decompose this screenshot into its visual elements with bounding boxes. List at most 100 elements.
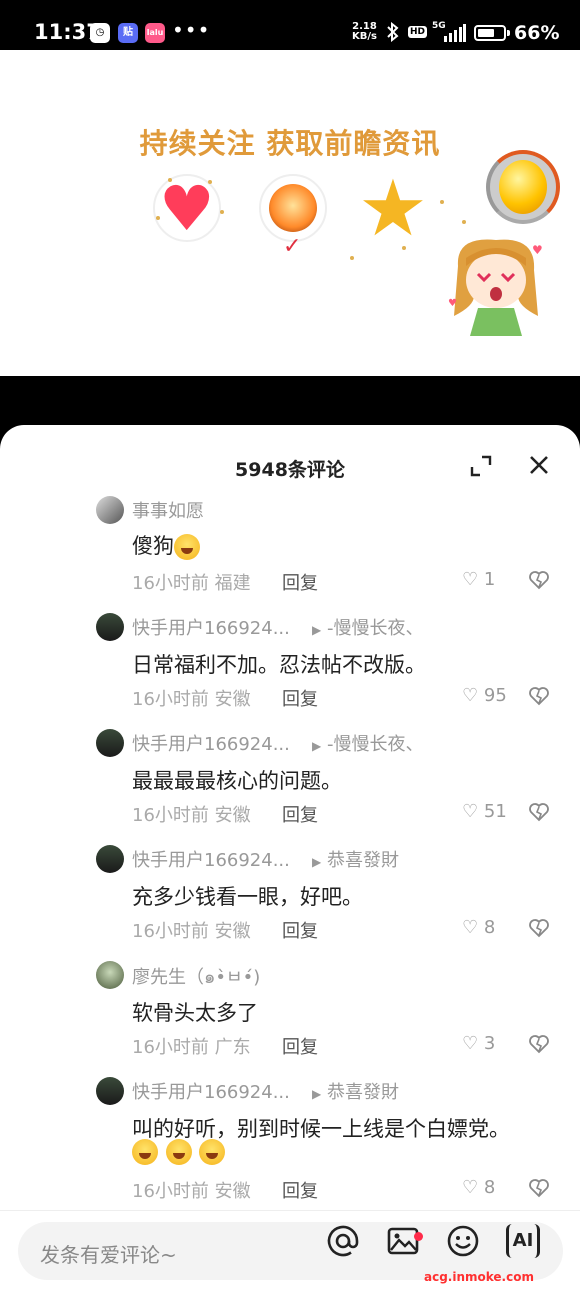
follow-circle <box>259 174 327 242</box>
laughing-crying-emoji-icon <box>174 534 200 560</box>
like-button[interactable]: ♡ 8 <box>462 1177 495 1198</box>
like-button[interactable]: ♡ 1 <box>462 569 495 590</box>
reply-target: ▶ 恭喜發財 <box>312 1078 399 1104</box>
avatar[interactable] <box>96 613 124 641</box>
heart-outline-icon: ♡ <box>462 801 479 822</box>
expand-icon[interactable] <box>470 455 492 477</box>
comment-username[interactable]: 快手用户166924... <box>132 730 290 756</box>
reply-button[interactable]: 回复 <box>282 801 318 827</box>
reply-target-name[interactable]: -慢慢长夜、 <box>327 618 424 639</box>
reply-target-name[interactable]: 恭喜發財 <box>327 850 399 871</box>
comment-emojis <box>132 1139 226 1165</box>
battery-fill <box>478 29 494 37</box>
comment-username[interactable]: 快手用户166924... <box>132 614 290 640</box>
comment-location: 安徽 <box>214 689 251 710</box>
comment-time: 16小时前 <box>132 921 209 942</box>
emoji-icon[interactable] <box>446 1224 480 1258</box>
reply-button[interactable]: 回复 <box>282 917 318 943</box>
comment-text: 软骨头太多了 <box>132 1001 258 1025</box>
reply-target-name[interactable]: -慢慢长夜、 <box>327 734 424 755</box>
comment-username[interactable]: 事事如愿 <box>132 497 204 523</box>
heart-outline-icon: ♡ <box>462 569 479 590</box>
comment-username[interactable]: 快手用户166924... <box>132 846 290 872</box>
comment-location: 安徽 <box>214 1181 251 1202</box>
broken-heart-icon[interactable] <box>528 685 550 707</box>
comment-time: 16小时前 <box>132 573 209 594</box>
comment-meta: 16小时前 安徽 <box>132 685 251 711</box>
broken-heart-icon[interactable] <box>528 917 550 939</box>
like-count: 3 <box>483 1033 496 1054</box>
comment-location: 安徽 <box>214 921 251 942</box>
sparkle-dot <box>440 200 444 204</box>
lalu-app-icon: lalu <box>145 23 165 43</box>
comment-time: 16小时前 <box>132 689 209 710</box>
comment-meta: 16小时前 福建 <box>132 569 251 595</box>
broken-heart-icon[interactable] <box>528 1033 550 1055</box>
like-button[interactable]: ♡ 8 <box>462 917 495 938</box>
comments-sheet: 5948条评论 <box>0 425 580 1289</box>
like-count: 1 <box>483 569 496 590</box>
video-banner[interactable]: 持续关注 获取前瞻资讯 ♥ ✓ ★ ♥ ♥ <box>0 50 580 376</box>
comment-count-title: 5948条评论 <box>235 459 345 481</box>
comment-username[interactable]: 快手用户166924... <box>132 1078 290 1104</box>
check-icon: ✓ <box>283 234 302 259</box>
laughing-crying-emoji-icon <box>199 1139 226 1165</box>
ninja-avatar-icon <box>269 184 317 232</box>
at-icon[interactable] <box>326 1224 360 1258</box>
comment-time: 16小时前 <box>132 1037 209 1058</box>
avatar[interactable] <box>96 845 124 873</box>
comment-time: 16小时前 <box>132 805 209 826</box>
avatar[interactable] <box>96 729 124 757</box>
broken-heart-icon[interactable] <box>528 801 550 823</box>
watermark: acg.inmoke.com <box>424 1270 534 1284</box>
network-speed-unit: KB/s <box>352 31 377 42</box>
gold-coin-icon[interactable] <box>486 150 560 224</box>
avatar[interactable] <box>96 496 124 524</box>
sparkle-dot <box>350 256 354 260</box>
avatar[interactable] <box>96 961 124 989</box>
close-icon[interactable] <box>529 455 549 475</box>
like-button[interactable]: ♡ 3 <box>462 1033 495 1054</box>
reply-button[interactable]: 回复 <box>282 569 318 595</box>
comment-text: 充多少钱看一眼，好吧。 <box>132 885 363 909</box>
comment-text: 傻狗 <box>132 530 201 560</box>
battery-percent: 66% <box>514 22 560 44</box>
heart-icon: ♥ <box>159 172 215 245</box>
reply-target: ▶ 恭喜發財 <box>312 846 399 872</box>
comment-text: 日常福利不加。忍法帖不改版。 <box>132 653 426 677</box>
reply-arrow-icon: ▶ <box>312 1087 322 1101</box>
reply-target: ▶ -慢慢长夜、 <box>312 614 423 640</box>
reply-button[interactable]: 回复 <box>282 685 318 711</box>
comment-time: 16小时前 <box>132 1181 209 1202</box>
svg-text:♥: ♥ <box>532 243 543 257</box>
status-bar: 11:37 ◷ 贴 lalu ••• 2.18 KB/s HD 5G 66% <box>0 0 580 50</box>
like-count: 51 <box>483 801 507 822</box>
broken-heart-icon[interactable] <box>528 569 550 591</box>
comment-username[interactable]: 廖先生（๑•̀ㅂ•́) <box>132 962 260 991</box>
avatar[interactable] <box>96 1077 124 1105</box>
reply-arrow-icon: ▶ <box>312 739 322 753</box>
broken-heart-icon[interactable] <box>528 1177 550 1199</box>
tieba-app-icon: 贴 <box>118 23 138 43</box>
sparkle-dot <box>168 178 172 182</box>
heart-outline-icon: ♡ <box>462 1177 479 1198</box>
ai-icon[interactable]: AI <box>506 1224 540 1258</box>
star-icon: ★ <box>358 164 428 254</box>
like-button[interactable]: ♡ 95 <box>462 685 507 706</box>
image-icon[interactable] <box>386 1224 420 1258</box>
laughing-crying-emoji-icon <box>165 1139 192 1165</box>
reply-button[interactable]: 回复 <box>282 1033 318 1059</box>
comment-input-placeholder: 发条有爱评论~ <box>40 1243 177 1267</box>
comment-text: 最最最最核心的问题。 <box>132 769 342 793</box>
comment-location: 安徽 <box>214 805 251 826</box>
reply-target: ▶ -慢慢长夜、 <box>312 730 423 756</box>
heart-outline-icon: ♡ <box>462 1033 479 1054</box>
reply-target-name[interactable]: 恭喜發財 <box>327 1082 399 1103</box>
comment-location: 福建 <box>214 573 251 594</box>
like-button[interactable]: ♡ 51 <box>462 801 507 822</box>
like-count: 95 <box>483 685 507 706</box>
comment-meta: 16小时前 广东 <box>132 1033 251 1059</box>
comment-location: 广东 <box>214 1037 251 1058</box>
reply-button[interactable]: 回复 <box>282 1177 318 1203</box>
battery-icon <box>474 25 506 41</box>
